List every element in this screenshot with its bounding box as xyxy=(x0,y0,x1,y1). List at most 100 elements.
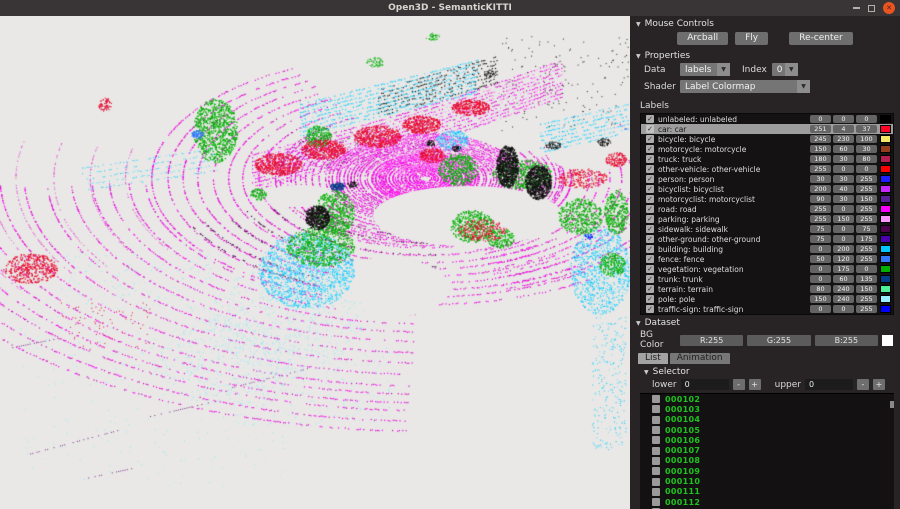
checkbox-icon[interactable]: ✓ xyxy=(646,255,654,263)
label-red-value[interactable]: 0 xyxy=(810,275,831,283)
checkbox-icon[interactable] xyxy=(652,405,660,413)
checkbox-icon[interactable]: ✓ xyxy=(646,305,654,313)
checkbox-icon[interactable]: ✓ xyxy=(646,235,654,243)
label-blue-value[interactable]: 150 xyxy=(856,285,877,293)
bg-green-slider[interactable]: G:255 xyxy=(747,335,810,346)
label-row[interactable]: ✓motorcyclist: motorcyclist9030150 xyxy=(641,194,893,204)
properties-header[interactable]: ▼ Properties xyxy=(630,48,900,62)
pointcloud-viewport[interactable] xyxy=(0,16,630,509)
label-blue-value[interactable]: 255 xyxy=(856,245,877,253)
checkbox-icon[interactable] xyxy=(652,467,660,475)
lower-increment-button[interactable]: + xyxy=(749,379,761,390)
label-color-swatch[interactable] xyxy=(880,265,891,273)
checkbox-icon[interactable]: ✓ xyxy=(646,115,654,123)
lower-input[interactable]: 0 xyxy=(681,379,729,390)
checkbox-icon[interactable]: ✓ xyxy=(646,215,654,223)
label-row[interactable]: ✓unlabeled: unlabeled000 xyxy=(641,114,893,124)
label-blue-value[interactable]: 255 xyxy=(856,215,877,223)
scrollbar-thumb[interactable] xyxy=(890,401,894,408)
label-row[interactable]: ✓terrain: terrain80240150 xyxy=(641,284,893,294)
dropdown-arrow-icon[interactable]: ▼ xyxy=(717,63,730,76)
label-row[interactable]: ✓truck: truck1803080 xyxy=(641,154,893,164)
checkbox-icon[interactable] xyxy=(652,447,660,455)
label-color-swatch[interactable] xyxy=(880,145,891,153)
file-list-item[interactable]: 000112 xyxy=(640,497,894,507)
label-red-value[interactable]: 255 xyxy=(810,165,831,173)
label-blue-value[interactable]: 80 xyxy=(856,155,877,163)
shader-dropdown[interactable]: Label Colormap ▼ xyxy=(680,80,810,93)
dataset-header[interactable]: ▼ Dataset xyxy=(630,315,900,329)
label-blue-value[interactable]: 255 xyxy=(856,185,877,193)
label-green-value[interactable]: 30 xyxy=(833,175,854,183)
label-red-value[interactable]: 180 xyxy=(810,155,831,163)
bg-color-swatch[interactable] xyxy=(882,335,893,346)
checkbox-icon[interactable]: ✓ xyxy=(646,145,654,153)
collapse-icon[interactable]: ▼ xyxy=(636,320,641,327)
label-row[interactable]: ✓parking: parking255150255 xyxy=(641,214,893,224)
label-blue-value[interactable]: 150 xyxy=(856,195,877,203)
frame-file-list[interactable]: 0001020001030001040001050001060001070001… xyxy=(640,393,894,509)
file-list-item[interactable]: 000106 xyxy=(640,435,894,445)
label-color-swatch[interactable] xyxy=(880,205,891,213)
label-color-swatch[interactable] xyxy=(880,245,891,253)
recenter-button[interactable]: Re-center xyxy=(789,32,853,45)
checkbox-icon[interactable]: ✓ xyxy=(646,245,654,253)
label-red-value[interactable]: 251 xyxy=(810,125,831,133)
checkbox-icon[interactable]: ✓ xyxy=(646,125,654,133)
label-green-value[interactable]: 0 xyxy=(833,235,854,243)
collapse-icon[interactable]: ▼ xyxy=(636,21,641,28)
label-row[interactable]: ✓other-vehicle: other-vehicle25500 xyxy=(641,164,893,174)
label-red-value[interactable]: 200 xyxy=(810,185,831,193)
checkbox-icon[interactable] xyxy=(652,436,660,444)
label-green-value[interactable]: 175 xyxy=(833,265,854,273)
label-green-value[interactable]: 30 xyxy=(833,155,854,163)
dropdown-arrow-icon[interactable]: ▼ xyxy=(785,63,798,76)
bg-blue-slider[interactable]: B:255 xyxy=(815,335,878,346)
label-blue-value[interactable]: 175 xyxy=(856,235,877,243)
label-red-value[interactable]: 75 xyxy=(810,235,831,243)
upper-increment-button[interactable]: + xyxy=(873,379,885,390)
file-list-item[interactable]: 000107 xyxy=(640,445,894,455)
label-red-value[interactable]: 80 xyxy=(810,285,831,293)
label-blue-value[interactable]: 0 xyxy=(856,115,877,123)
label-green-value[interactable]: 0 xyxy=(833,115,854,123)
label-green-value[interactable]: 150 xyxy=(833,215,854,223)
mouse-controls-header[interactable]: ▼ Mouse Controls xyxy=(630,16,900,30)
checkbox-icon[interactable]: ✓ xyxy=(646,295,654,303)
label-red-value[interactable]: 255 xyxy=(810,205,831,213)
label-row[interactable]: ✓fence: fence50120255 xyxy=(641,254,893,264)
dropdown-arrow-icon[interactable]: ▼ xyxy=(797,80,810,93)
label-color-swatch[interactable] xyxy=(880,155,891,163)
pointcloud-canvas[interactable] xyxy=(0,16,630,509)
label-red-value[interactable]: 50 xyxy=(810,255,831,263)
label-blue-value[interactable]: 0 xyxy=(856,265,877,273)
label-red-value[interactable]: 150 xyxy=(810,295,831,303)
label-row[interactable]: ✓car: car251437 xyxy=(641,124,893,134)
maximize-icon[interactable] xyxy=(868,5,875,12)
label-green-value[interactable]: 240 xyxy=(833,295,854,303)
label-blue-value[interactable]: 30 xyxy=(856,145,877,153)
label-green-value[interactable]: 40 xyxy=(833,185,854,193)
fly-button[interactable]: Fly xyxy=(735,32,768,45)
file-list-item[interactable]: 000108 xyxy=(640,456,894,466)
lower-decrement-button[interactable]: - xyxy=(733,379,745,390)
file-list-item[interactable]: 000105 xyxy=(640,425,894,435)
label-red-value[interactable]: 0 xyxy=(810,245,831,253)
bg-red-slider[interactable]: R:255 xyxy=(680,335,743,346)
label-color-swatch[interactable] xyxy=(880,235,891,243)
label-red-value[interactable]: 0 xyxy=(810,115,831,123)
label-blue-value[interactable]: 255 xyxy=(856,305,877,313)
file-list-item[interactable]: 000103 xyxy=(640,404,894,414)
label-row[interactable]: ✓pole: pole150240255 xyxy=(641,294,893,304)
file-list-item[interactable]: 000110 xyxy=(640,476,894,486)
checkbox-icon[interactable] xyxy=(652,478,660,486)
selector-header[interactable]: ▼ Selector xyxy=(630,364,900,378)
label-red-value[interactable]: 255 xyxy=(810,215,831,223)
label-color-swatch[interactable] xyxy=(880,185,891,193)
label-blue-value[interactable]: 0 xyxy=(856,165,877,173)
checkbox-icon[interactable] xyxy=(652,498,660,506)
label-green-value[interactable]: 0 xyxy=(833,225,854,233)
label-row[interactable]: ✓vegetation: vegetation01750 xyxy=(641,264,893,274)
label-color-swatch[interactable] xyxy=(880,175,891,183)
label-green-value[interactable]: 240 xyxy=(833,285,854,293)
